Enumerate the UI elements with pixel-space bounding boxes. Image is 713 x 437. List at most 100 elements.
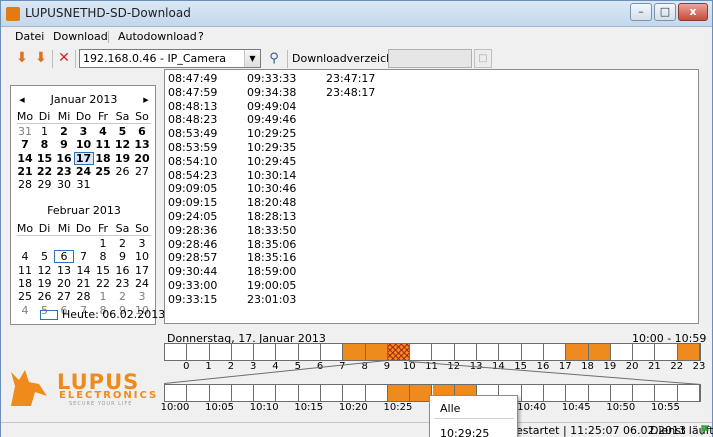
menu-autodownload[interactable]: Autodownload (118, 30, 197, 43)
recording-time-item[interactable]: 08:53:49 (168, 127, 217, 140)
hour-cell[interactable] (477, 344, 500, 360)
calendar-day[interactable]: 5 (35, 250, 55, 263)
calendar-day[interactable]: 10 (74, 138, 94, 151)
recording-time-item[interactable]: 09:28:57 (168, 251, 217, 264)
hour-cell[interactable] (544, 344, 567, 360)
recording-time-item[interactable]: 19:00:05 (247, 279, 296, 292)
hour-cell[interactable] (655, 344, 678, 360)
hour-cell[interactable] (321, 344, 344, 360)
recording-time-item[interactable]: 09:34:38 (247, 86, 296, 99)
minute-cell[interactable] (678, 385, 700, 401)
recording-time-item[interactable]: 09:33:00 (168, 279, 217, 292)
calendar-day[interactable]: 2 (54, 125, 74, 138)
calendar-day[interactable]: 18 (15, 277, 35, 290)
hour-cell[interactable] (299, 344, 322, 360)
recording-time-item[interactable]: 18:35:16 (247, 251, 296, 264)
calendar-day[interactable]: 23 (54, 165, 74, 178)
calendar-day[interactable]: 25 (93, 165, 113, 178)
folder-icon[interactable]: □ (474, 49, 492, 68)
hour-cell[interactable] (455, 344, 478, 360)
calendar-day[interactable]: 4 (93, 125, 113, 138)
calendar-day[interactable]: 12 (113, 138, 133, 151)
recording-time-item[interactable]: 09:30:44 (168, 265, 217, 278)
menu-download[interactable]: Download (53, 30, 108, 43)
recording-time-item[interactable]: 09:28:46 (168, 238, 217, 251)
calendar-day[interactable]: 3 (74, 125, 94, 138)
recording-time-item[interactable]: 23:48:17 (326, 86, 375, 99)
calendar-day[interactable]: 13 (132, 138, 152, 151)
recording-time-item[interactable]: 08:47:49 (168, 72, 217, 85)
calendar-day[interactable]: 7 (15, 138, 35, 151)
calendar-day[interactable]: 19 (35, 277, 55, 290)
calendar-day[interactable]: 16 (113, 264, 133, 277)
calendar-day[interactable]: 26 (113, 165, 133, 178)
calendar-day[interactable]: 31 (15, 125, 35, 138)
calendar-day[interactable]: 13 (54, 264, 74, 277)
delete-icon[interactable]: ✕ (56, 50, 72, 66)
minute-cell[interactable] (655, 385, 678, 401)
hour-cell[interactable] (276, 344, 299, 360)
calendar-day[interactable]: 26 (35, 290, 55, 303)
recording-time-item[interactable]: 08:53:59 (168, 141, 217, 154)
calendar-day[interactable]: 3 (132, 237, 152, 250)
calendar-day[interactable]: 3 (132, 290, 152, 303)
calendar-day[interactable]: 22 (35, 165, 55, 178)
recording-time-item[interactable]: 09:33:33 (247, 72, 296, 85)
recording-time-item[interactable]: 08:47:59 (168, 86, 217, 99)
calendar-day[interactable]: 19 (113, 152, 133, 165)
hour-cell[interactable] (387, 344, 411, 360)
menu-datei[interactable]: Datei (15, 30, 44, 43)
calendar-day[interactable]: 28 (15, 178, 35, 191)
minute-cell[interactable] (522, 385, 544, 401)
hour-cell[interactable] (165, 344, 188, 360)
calendar-day[interactable]: 20 (54, 277, 74, 290)
chevron-down-icon[interactable]: ▼ (244, 50, 260, 67)
recording-time-item[interactable]: 10:29:25 (247, 127, 296, 140)
recording-time-item[interactable]: 10:29:35 (247, 141, 296, 154)
recording-time-item[interactable]: 08:54:23 (168, 169, 217, 182)
recording-time-item[interactable]: 08:54:10 (168, 155, 217, 168)
minute-cell[interactable] (544, 385, 567, 401)
calendar-day[interactable]: 30 (54, 178, 74, 191)
download-arrow-icon[interactable]: ⬇ (14, 50, 30, 66)
close-button[interactable]: x (678, 3, 708, 21)
hour-cell[interactable] (410, 344, 433, 360)
calendar-day[interactable]: 24 (74, 165, 94, 178)
recording-time-item[interactable]: 10:30:14 (247, 169, 296, 182)
recording-time-item[interactable]: 09:09:05 (168, 182, 217, 195)
calendar-day[interactable]: 2 (113, 237, 133, 250)
calendar-day[interactable]: 11 (93, 138, 113, 151)
calendar-day[interactable]: 18 (93, 152, 113, 165)
hour-cell[interactable] (210, 344, 232, 360)
calendar-day[interactable]: 21 (15, 165, 35, 178)
hour-cell[interactable] (343, 344, 366, 360)
calendar-day[interactable]: 27 (54, 290, 74, 303)
calendar-day[interactable]: 21 (74, 277, 94, 290)
calendar-day[interactable]: 10 (132, 250, 152, 263)
calendar-day[interactable]: 1 (93, 237, 113, 250)
recording-time-item[interactable]: 09:24:05 (168, 210, 217, 223)
hour-cell[interactable] (365, 344, 388, 360)
search-icon[interactable]: ⚲ (264, 49, 284, 68)
calendar-day[interactable]: 8 (35, 138, 55, 151)
calendar-day[interactable]: 24 (132, 277, 152, 290)
hour-cell[interactable] (566, 344, 589, 360)
prev-month-icon[interactable]: ◀ (17, 93, 27, 107)
today-label[interactable]: Heute: 06.02.2013 (62, 308, 165, 321)
calendar-day[interactable]: 1 (35, 125, 55, 138)
recording-time-item[interactable]: 08:48:23 (168, 113, 217, 126)
calendar-day[interactable]: 15 (35, 152, 55, 165)
calendar-day[interactable]: 17 (132, 264, 152, 277)
calendar-day[interactable]: 14 (74, 264, 94, 277)
recording-time-item[interactable]: 10:30:46 (247, 182, 296, 195)
hour-cell[interactable] (187, 344, 210, 360)
minute-cell[interactable] (232, 385, 255, 401)
hour-cell[interactable] (254, 344, 277, 360)
calendar-day[interactable]: 27 (132, 165, 152, 178)
calendar-day[interactable]: 7 (74, 250, 94, 263)
recording-time-item[interactable]: 09:28:36 (168, 224, 217, 237)
calendar-day[interactable]: 29 (35, 178, 55, 191)
minute-cell[interactable] (210, 385, 232, 401)
minute-cell[interactable] (611, 385, 634, 401)
recording-time-item[interactable]: 09:33:15 (168, 293, 217, 306)
